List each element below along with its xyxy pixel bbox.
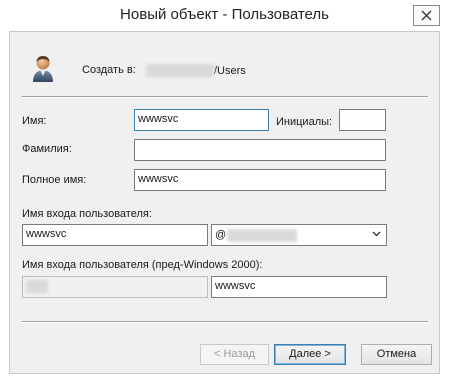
last-name-field[interactable] xyxy=(134,139,386,161)
dialog-header: Создать в: /Users xyxy=(10,32,439,98)
logon-name-field[interactable]: wwwsvc xyxy=(22,224,208,246)
title-bar: Новый объект - Пользователь xyxy=(0,0,449,32)
next-button[interactable]: Далее > xyxy=(274,344,346,365)
redacted-upn-suffix xyxy=(227,228,298,242)
full-name-label: Полное имя: xyxy=(22,174,87,186)
logon-name-label: Имя входа пользователя: xyxy=(22,208,152,220)
dialog-body: Создать в: /Users Имя: wwwsvc Инициалы: … xyxy=(9,31,440,374)
last-name-label: Фамилия: xyxy=(22,143,72,155)
redacted-netbios-domain xyxy=(26,280,48,293)
create-in-path: /Users xyxy=(146,64,246,77)
pre2000-domain-field xyxy=(22,276,208,298)
chevron-down-icon xyxy=(372,231,381,237)
upn-suffix-dropdown[interactable]: @ xyxy=(211,224,387,246)
create-in-label: Создать в: xyxy=(82,64,136,76)
header-divider xyxy=(22,96,428,98)
user-icon xyxy=(33,56,53,82)
initials-label: Инициалы: xyxy=(276,116,333,128)
initials-field[interactable] xyxy=(339,109,386,131)
cancel-button[interactable]: Отмена xyxy=(361,344,432,365)
footer-divider xyxy=(22,321,428,323)
close-button[interactable] xyxy=(413,5,440,26)
back-button[interactable]: < Назад xyxy=(200,344,269,365)
upn-suffix-at: @ xyxy=(215,229,227,241)
window-title: Новый объект - Пользователь xyxy=(120,6,329,23)
close-icon xyxy=(421,10,432,21)
pre2000-label: Имя входа пользователя (пред-Windows 200… xyxy=(22,259,263,271)
create-in-path-suffix: /Users xyxy=(214,64,246,77)
full-name-field[interactable]: wwwsvc xyxy=(134,169,386,191)
redacted-domain xyxy=(146,64,214,77)
first-name-field[interactable]: wwwsvc xyxy=(134,109,269,131)
pre2000-name-field[interactable]: wwwsvc xyxy=(211,276,387,298)
first-name-label: Имя: xyxy=(22,115,47,127)
